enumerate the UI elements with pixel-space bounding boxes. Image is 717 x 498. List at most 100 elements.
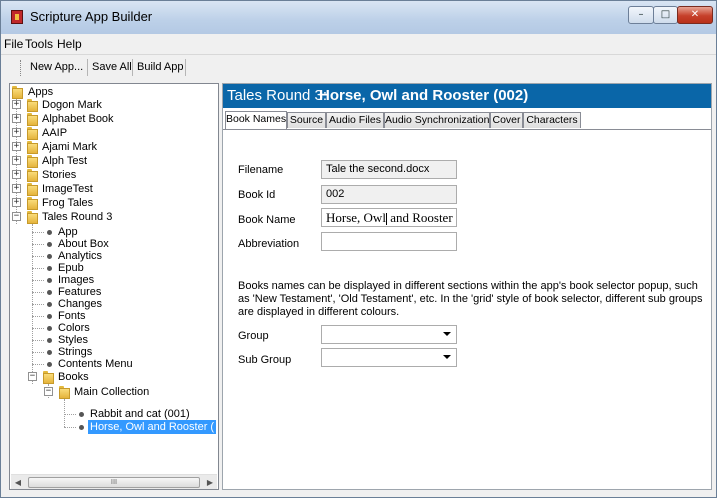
abbreviation-label: Abbreviation xyxy=(238,238,300,250)
tab-cover[interactable]: Cover xyxy=(490,112,523,128)
tree-connector xyxy=(64,427,76,428)
chevron-down-icon xyxy=(443,332,451,336)
toolbar-separator xyxy=(132,59,133,76)
page-title-prefix: Tales Round 3: xyxy=(227,87,328,104)
bullet-icon xyxy=(47,230,52,235)
folder-icon xyxy=(27,154,39,168)
book-name-label: Book Name xyxy=(238,214,296,226)
expand-icon[interactable]: + xyxy=(12,198,21,207)
maximize-button[interactable]: □ xyxy=(653,6,678,24)
apps-tree-panel: Apps + Dogon Mark + Alphabet Book + AAIP xyxy=(9,83,219,490)
tree-connector xyxy=(32,268,44,269)
filename-field: Tale the second.docx xyxy=(321,160,457,179)
bullet-icon xyxy=(47,338,52,343)
minimize-button[interactable]: – xyxy=(628,6,654,24)
tree-connector xyxy=(64,414,76,415)
tree-item-label: Stories xyxy=(42,169,77,181)
bullet-icon xyxy=(47,326,52,331)
menu-tools[interactable]: Tools xyxy=(25,37,53,51)
tree-item-label: Alphabet Book xyxy=(42,113,114,125)
toolbar-separator xyxy=(87,59,88,76)
tree-item-label: Alph Test xyxy=(42,155,88,167)
folder-icon xyxy=(27,210,39,224)
book-name-input[interactable]: Horse, Owl and Rooster xyxy=(321,208,457,227)
save-all-button[interactable]: Save All xyxy=(92,61,132,73)
tab-characters[interactable]: Characters xyxy=(523,112,581,128)
text-caret xyxy=(385,213,387,226)
window-title: Scripture App Builder xyxy=(30,9,153,24)
expand-icon[interactable]: + xyxy=(12,184,21,193)
group-label: Group xyxy=(238,330,269,342)
tree-connector xyxy=(32,304,44,305)
tree-connector xyxy=(32,364,44,365)
folder-icon xyxy=(27,140,39,154)
close-button[interactable]: ✕ xyxy=(677,6,713,24)
tree-item-label: AAIP xyxy=(42,127,68,139)
sub-group-dropdown[interactable] xyxy=(321,348,457,367)
tab-book-names[interactable]: Book Names xyxy=(225,111,287,129)
group-dropdown[interactable] xyxy=(321,325,457,344)
tree-item-label: Horse, Owl and Rooster ( xyxy=(88,420,217,434)
tree-connector xyxy=(32,232,44,233)
folder-icon xyxy=(27,196,39,210)
tree-item-label: Dogon Mark xyxy=(42,99,102,111)
bullet-icon xyxy=(47,302,52,307)
chevron-down-icon xyxy=(443,355,451,359)
bullet-icon xyxy=(79,412,84,417)
title-bar: Scripture App Builder – □ ✕ xyxy=(1,1,716,34)
collapse-icon[interactable]: − xyxy=(12,212,21,221)
folder-icon xyxy=(27,182,39,196)
expand-icon[interactable]: + xyxy=(12,100,21,109)
tree-connector xyxy=(32,352,44,353)
tab-audio-files[interactable]: Audio Files xyxy=(326,112,384,128)
expand-icon[interactable]: + xyxy=(12,170,21,179)
expand-icon[interactable]: + xyxy=(12,114,21,123)
tree-connector xyxy=(32,244,44,245)
toolbar-separator xyxy=(185,59,186,76)
bullet-icon xyxy=(47,266,52,271)
tree-root-label: Apps xyxy=(28,86,54,98)
expand-icon[interactable]: + xyxy=(12,142,21,151)
menu-file[interactable]: File xyxy=(4,37,23,51)
tree-connector xyxy=(32,256,44,257)
page-title-book: Horse, Owl and Rooster (002) xyxy=(319,87,529,104)
bullet-icon xyxy=(47,278,52,283)
scroll-thumb[interactable]: III xyxy=(28,477,200,488)
expand-icon[interactable]: + xyxy=(12,128,21,137)
tree-connector xyxy=(32,280,44,281)
book-name-text-rest: and Rooster xyxy=(390,210,453,225)
folder-icon xyxy=(27,168,39,182)
app-window: Scripture App Builder – □ ✕ File Tools H… xyxy=(0,0,717,498)
group-description: Books names can be displayed in differen… xyxy=(238,280,703,318)
horizontal-scrollbar[interactable]: ◀ III ▶ xyxy=(11,474,217,489)
folder-icon xyxy=(27,98,39,112)
tree-item-label: Ajami Mark xyxy=(42,141,98,153)
tree-connector xyxy=(32,316,44,317)
collapse-icon[interactable]: − xyxy=(44,387,53,396)
menu-bar: File Tools Help xyxy=(1,34,716,55)
folder-icon xyxy=(12,85,24,99)
menu-help[interactable]: Help xyxy=(57,37,82,51)
tree-item-label: Frog Tales xyxy=(42,197,94,209)
book-details-panel: Tales Round 3: Horse, Owl and Rooster (0… xyxy=(222,83,712,490)
tree-connector xyxy=(32,292,44,293)
expand-icon[interactable]: + xyxy=(12,156,21,165)
filename-label: Filename xyxy=(238,164,284,176)
bullet-icon xyxy=(47,254,52,259)
tree-connector xyxy=(64,399,65,427)
folder-icon xyxy=(27,112,39,126)
collapse-icon[interactable]: − xyxy=(28,372,37,381)
build-app-button[interactable]: Build App xyxy=(137,61,183,73)
scroll-left-arrow-icon[interactable]: ◀ xyxy=(13,477,23,488)
bullet-icon xyxy=(47,314,52,319)
toolbar: New App... Save All Build App xyxy=(1,55,716,81)
tab-audio-synchronization[interactable]: Audio Synchronization xyxy=(384,112,490,128)
abbreviation-input[interactable] xyxy=(321,232,457,251)
tree-connector xyxy=(32,340,44,341)
bullet-icon xyxy=(47,362,52,367)
scroll-right-arrow-icon[interactable]: ▶ xyxy=(205,477,215,488)
tab-source[interactable]: Source xyxy=(287,112,326,128)
folder-icon xyxy=(59,385,71,399)
book-name-text: Horse, Owl xyxy=(326,210,386,225)
new-app-button[interactable]: New App... xyxy=(30,61,83,73)
